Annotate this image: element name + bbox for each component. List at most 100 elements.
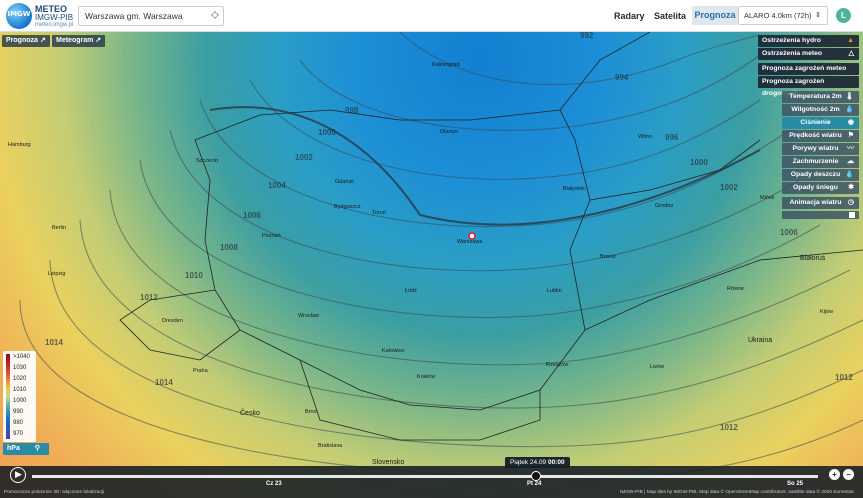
city-label: Hamburg [8,142,31,148]
pressure-legend: >1040 1030 1020 1010 1000 990 980 970 [3,351,36,442]
zoom-out-button[interactable]: − [843,469,854,480]
user-avatar[interactable]: L [836,8,851,23]
tab-meteogram-label: Meteogram [56,37,94,44]
timeline-day-label: Pt 24 [527,481,542,487]
isobar-label: 1000 [318,128,336,137]
city-label: Katowice [382,348,404,354]
isobar-label: 1002 [720,183,738,192]
layer-pressure[interactable]: Ciśnienie ◉ [782,117,859,129]
tab-meteogram[interactable]: Meteogram ↗ [52,35,106,47]
play-icon: ▶ [15,469,22,479]
city-label: Lwów [650,364,664,370]
timeline-track[interactable] [32,475,818,478]
tab-prognoza[interactable]: Prognoza ↗ [2,35,50,47]
nav-radary[interactable]: Radary [614,11,645,21]
layer-snow-label: Opady śniegu [793,184,838,191]
pressure-map[interactable]: 992 994 998 1000 1002 1004 1006 996 1000… [0,32,863,498]
layer-temperature[interactable]: Temperatura 2m 🌡 [782,91,859,103]
unit-badge[interactable]: hPa ⚲ [3,443,49,455]
nav-prognoza[interactable]: Prognoza [692,6,738,25]
warning-hydro-label: Ostrzeżenia hydro [762,37,821,44]
zoom-in-button[interactable]: + [829,469,840,480]
city-label: Kijów [820,309,833,315]
city-label: Warszawa [457,239,483,245]
warning-meteo-label: Ostrzeżenia meteo [762,50,823,57]
gauge-icon: ◉ [847,119,854,126]
legend-value: 970 [13,431,24,437]
isobar-label: 1006 [243,211,261,220]
city-label: Grodno [655,203,673,209]
forecast-meteo-threats-button[interactable]: Prognoza zagrożeń meteo [758,63,859,75]
droplet-icon: 💧 [845,171,854,178]
model-select[interactable]: ALARO 4.0km (72h) ⇕ [738,6,828,25]
city-label: Szczecin [196,158,218,164]
city-label: Praha [193,368,209,374]
city-label: Kaliningrad [432,62,460,68]
city-label: Gdańsk [335,179,354,185]
unit-label: hPa [7,445,20,452]
legend-value: 1000 [13,398,27,404]
city-label: Wilno [638,134,652,140]
city-label: Lublin [547,288,562,294]
legend-value: 1010 [13,387,27,393]
city-label: Poznań [262,233,281,239]
location-search-input[interactable] [78,6,224,26]
opacity-slider-handle[interactable] [849,212,855,218]
city-label: Leipzig [48,271,65,277]
timeline-tooltip: Piątek 24.09 00:00 [505,457,570,468]
isobar-label: 1014 [45,338,63,347]
city-label: Olsztyn [440,129,458,135]
isobar-label: 1000 [690,158,708,167]
layer-wind-gusts-label: Porywy wiatru [792,145,839,152]
isobar-label: 994 [615,73,629,82]
attribution-left: Pomocnicze położenie 3D: włączone lokali… [4,490,104,495]
country-label: Slovensko [372,459,404,466]
timeline-tooltip-day: Piątek 24.09 [510,459,547,466]
layer-rain[interactable]: Opady deszczu 💧 [782,169,859,181]
timeline-day-label: Cz 23 [266,481,282,487]
layer-cloud-cover-label: Zachmurzenie [792,158,839,165]
city-label: Wrocław [298,313,319,319]
city-label: Równe [727,286,744,292]
brand-line2: IMGW-PIB [35,13,74,22]
timeline-tooltip-time: 00:00 [547,459,565,466]
locate-icon[interactable] [211,11,219,19]
legend-color-bar [6,354,10,439]
nav-satelita[interactable]: Satelita [654,11,686,21]
layer-snow[interactable]: Opady śniegu ✱ [782,182,859,194]
layer-temperature-label: Temperatura 2m [789,93,842,100]
layer-humidity[interactable]: Wilgotność 2m 💧 [782,104,859,116]
layer-wind-speed[interactable]: Prędkość wiatru ⚑ [782,130,859,142]
layer-wind-gusts[interactable]: Porywy wiatru 〰 [782,143,859,155]
thermometer-icon: 🌡 [845,93,854,100]
wind-icon: 〰 [847,145,854,152]
forecast-road-threats-button[interactable]: Prognoza zagrożeń drogowych [758,76,859,97]
warning-hydro-button[interactable]: Ostrzeżenia hydro ▲ [758,35,859,47]
country-label: Białoruś [800,255,826,262]
isobar-label: 1012 [720,423,738,432]
chevron-updown-icon: ⇕ [815,12,821,19]
wind-animation-toggle[interactable]: Animacja wiatru ◷ [782,197,859,209]
attribution-right: IMGW-PIB | Map tiles by IMGW-PIB, Map da… [620,490,854,495]
pin-icon: ⚲ [34,445,40,452]
model-select-value: ALARO 4.0km (72h) [744,11,812,20]
isobar-label: 1012 [140,293,158,302]
timeline-day-label: So 25 [787,481,804,487]
forecast-meteo-threats-label: Prognoza zagrożeń meteo [762,65,847,72]
timeline-handle[interactable] [531,471,541,481]
city-label: Bydgoszcz [334,204,361,210]
opacity-slider[interactable] [782,211,859,219]
legend-value: >1040 [13,354,30,360]
imgw-logo[interactable]: IMGW [6,3,32,29]
warning-triangle-icon: ▲ [847,37,854,44]
city-label: Bratislava [318,443,343,449]
play-button[interactable]: ▶ [10,467,26,483]
droplet-icon: 💧 [845,106,854,113]
animation-icon: ◷ [847,199,854,206]
city-label: Łódź [405,288,417,294]
warning-meteo-button[interactable]: Ostrzeżenia meteo △ [758,48,859,60]
layer-cloud-cover[interactable]: Zachmurzenie ☁ [782,156,859,168]
isobar-label: 1002 [295,153,313,162]
country-label: Ukraina [748,337,772,344]
layer-wind-speed-label: Prędkość wiatru [789,132,842,139]
